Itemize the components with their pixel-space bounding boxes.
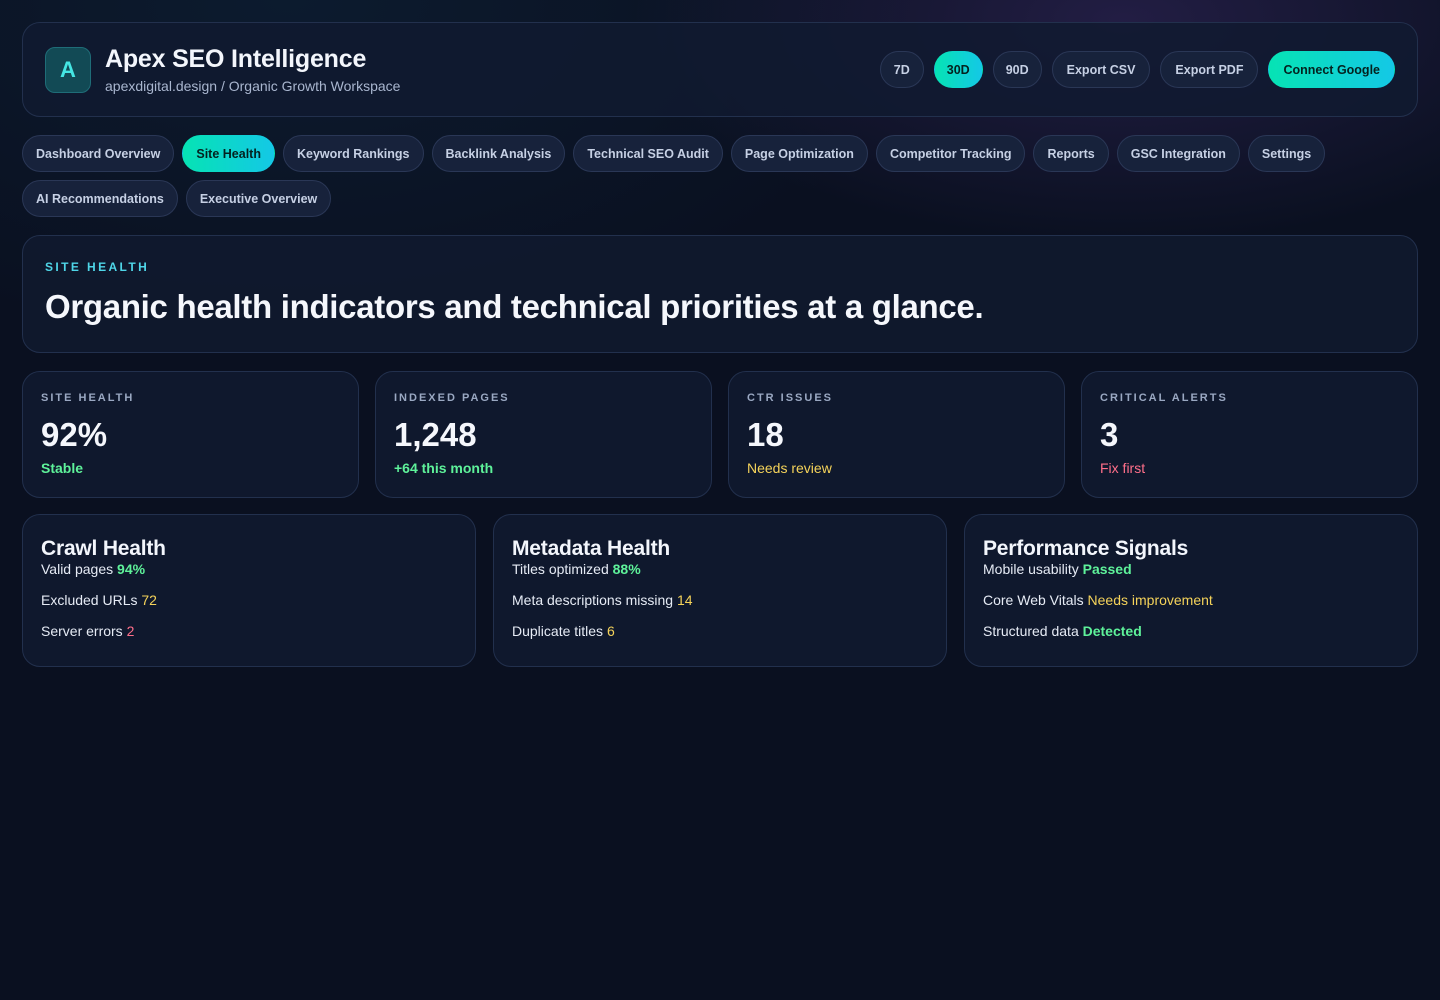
metric-row: Core Web Vitals Needs improvement (983, 592, 1399, 608)
health-panels: Crawl Health Valid pages 94% Excluded UR… (22, 514, 1418, 667)
stat-card-site-health: SITE HEALTH 92% Stable (22, 371, 359, 498)
range-30d-button[interactable]: 30D (933, 51, 983, 88)
stat-note: +64 this month (394, 460, 494, 476)
section-nav: Dashboard Overview Site Health Keyword R… (22, 135, 1422, 217)
metric-row: Structured data Detected (983, 623, 1399, 639)
panel-title: Crawl Health (41, 537, 166, 560)
stat-note: Needs review (747, 460, 832, 476)
app-logo: A (45, 46, 91, 93)
brand-block: Apex SEO Intelligence apexdigital.design… (105, 45, 400, 94)
tab-backlink-analysis[interactable]: Backlink Analysis (431, 135, 566, 172)
stat-label: INDEXED PAGES (394, 392, 510, 404)
export-pdf-button[interactable]: Export PDF (1160, 51, 1259, 88)
tab-settings[interactable]: Settings (1247, 135, 1326, 172)
stat-value: 18 (747, 416, 784, 453)
tab-ai-recommendations[interactable]: AI Recommendations (22, 180, 178, 217)
stat-label: CTR ISSUES (747, 392, 834, 404)
stat-value: 92% (41, 416, 108, 453)
stat-value: 3 (1100, 416, 1119, 453)
stat-cards: SITE HEALTH 92% Stable INDEXED PAGES 1,2… (22, 371, 1418, 498)
metric-value: 88% (612, 561, 641, 577)
stat-note: Fix first (1100, 460, 1146, 476)
metric-label: Titles optimized (512, 561, 609, 577)
panel-performance-signals: Performance Signals Mobile usability Pas… (964, 514, 1418, 667)
export-csv-button[interactable]: Export CSV (1051, 51, 1151, 88)
stat-label: CRITICAL ALERTS (1100, 392, 1228, 404)
metric-value: Passed (1082, 561, 1132, 577)
stat-card-critical-alerts: CRITICAL ALERTS 3 Fix first (1081, 371, 1418, 498)
tab-gsc-integration[interactable]: GSC Integration (1116, 135, 1240, 172)
panel-title: Performance Signals (983, 537, 1189, 560)
header-actions: 7D 30D 90D Export CSV Export PDF Connect… (879, 51, 1395, 88)
metric-label: Valid pages (41, 561, 114, 577)
tab-site-health[interactable]: Site Health (182, 135, 275, 172)
metric-row: Excluded URLs 72 (41, 592, 457, 608)
range-90d-button[interactable]: 90D (992, 51, 1042, 88)
metric-value: 2 (126, 623, 135, 639)
metric-label: Structured data (983, 623, 1079, 639)
metric-label: Core Web Vitals (983, 592, 1084, 608)
metric-label: Server errors (41, 623, 123, 639)
metric-value: 72 (141, 592, 157, 608)
workspace-breadcrumb: apexdigital.design / Organic Growth Work… (105, 78, 401, 94)
metric-row: Titles optimized 88% (512, 561, 928, 577)
section-eyebrow: SITE HEALTH (45, 260, 150, 274)
tab-dashboard-overview[interactable]: Dashboard Overview (22, 135, 175, 172)
panel-crawl-health: Crawl Health Valid pages 94% Excluded UR… (22, 514, 476, 667)
tab-reports[interactable]: Reports (1033, 135, 1109, 172)
tab-competitor-tracking[interactable]: Competitor Tracking (875, 135, 1026, 172)
metric-label: Excluded URLs (41, 592, 138, 608)
tab-keyword-rankings[interactable]: Keyword Rankings (282, 135, 424, 172)
metric-value: 94% (117, 561, 146, 577)
metric-label: Mobile usability (983, 561, 1079, 577)
metric-row: Duplicate titles 6 (512, 623, 928, 639)
page-hero: SITE HEALTH Organic health indicators an… (22, 235, 1418, 353)
stat-note: Stable (41, 460, 84, 476)
stat-card-indexed-pages: INDEXED PAGES 1,248 +64 this month (375, 371, 712, 498)
metric-label: Duplicate titles (512, 623, 604, 639)
metric-row: Valid pages 94% (41, 561, 457, 577)
connect-google-button[interactable]: Connect Google (1268, 51, 1395, 88)
stat-label: SITE HEALTH (41, 392, 135, 404)
tab-technical-seo-audit[interactable]: Technical SEO Audit (573, 135, 723, 172)
metric-value: Needs improvement (1087, 592, 1213, 608)
tab-executive-overview[interactable]: Executive Overview (185, 180, 332, 217)
metric-row: Server errors 2 (41, 623, 457, 639)
panel-metadata-health: Metadata Health Titles optimized 88% Met… (493, 514, 947, 667)
metric-row: Meta descriptions missing 14 (512, 592, 928, 608)
panel-title: Metadata Health (512, 537, 671, 560)
stat-value: 1,248 (394, 416, 477, 453)
metric-row: Mobile usability Passed (983, 561, 1399, 577)
app-header: A Apex SEO Intelligence apexdigital.desi… (22, 22, 1418, 117)
metric-label: Meta descriptions missing (512, 592, 674, 608)
page-title: Organic health indicators and technical … (45, 288, 984, 325)
metric-value: Detected (1082, 623, 1142, 639)
range-7d-button[interactable]: 7D (879, 51, 924, 88)
stat-card-ctr-issues: CTR ISSUES 18 Needs review (728, 371, 1065, 498)
metric-value: 6 (606, 623, 615, 639)
metric-value: 14 (676, 592, 693, 608)
tab-page-optimization[interactable]: Page Optimization (730, 135, 868, 172)
app-title: Apex SEO Intelligence (105, 45, 367, 73)
